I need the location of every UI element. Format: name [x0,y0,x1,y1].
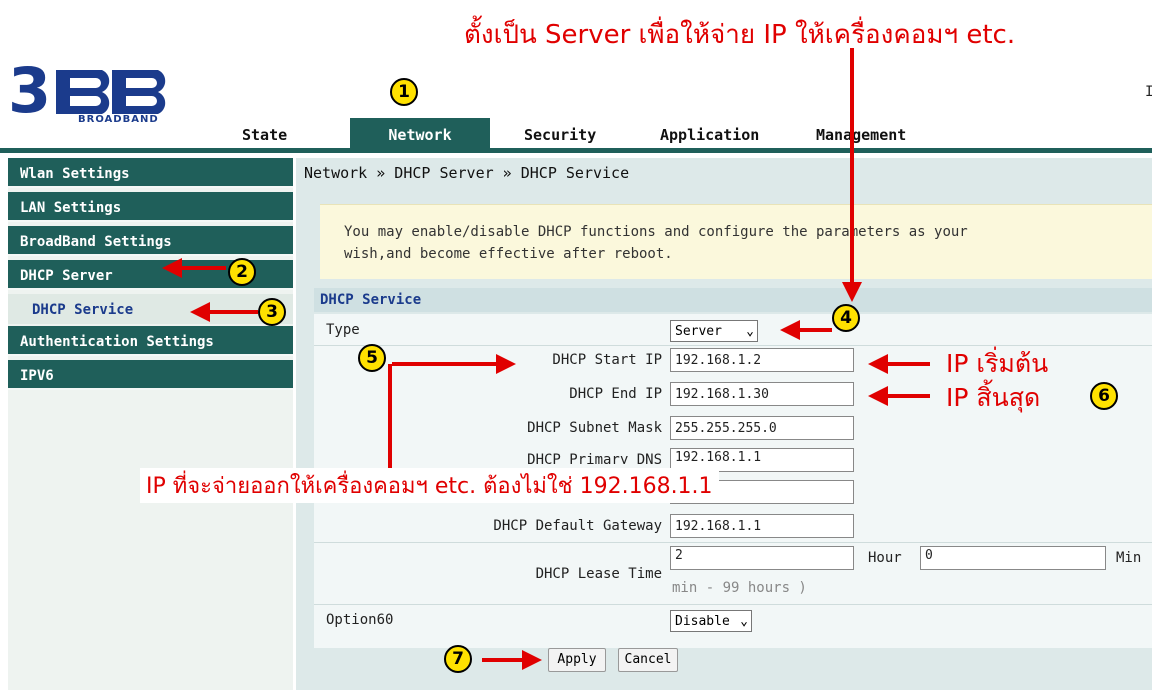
sidebar: Wlan Settings LAN Settings BroadBand Set… [8,158,293,690]
option60-select[interactable]: Disable ⌄ [670,610,752,632]
main-panel: Network » DHCP Server » DHCP Service You… [296,158,1152,690]
section-title: DHCP Service [314,288,1152,312]
subnet-mask-label: DHCP Subnet Mask [527,420,662,436]
apply-button[interactable]: Apply [548,648,606,672]
type-select[interactable]: Server ⌄ [670,320,758,342]
step-badge-1: 1 [390,78,418,106]
lease-hours-field[interactable]: 2 [670,546,854,570]
default-gateway-field[interactable]: 192.168.1.1 [670,514,854,538]
end-ip-label: DHCP End IP [569,386,662,402]
subnet-mask-field[interactable]: 255.255.255.0 [670,416,854,440]
primary-dns-label: DHCP Primary DNS [527,452,662,464]
chevron-down-icon: ⌄ [740,614,748,629]
end-ip-caption: IP สิ้นสุด [946,383,1041,412]
top-navigation: State Network Security Application Manag… [220,118,1152,148]
notice-line-2: wish,and become effective after reboot. [344,246,673,262]
option60-select-value: Disable [675,614,730,629]
row-divider [314,604,1152,605]
top-caption: ตั้งเป็น Server เพื่อให้จ่าย IP ให้เครื่… [464,20,1016,50]
info-notice: You may enable/disable DHCP functions an… [320,204,1152,279]
sidebar-item-wlan-settings[interactable]: Wlan Settings [8,158,293,188]
type-select-value: Server [675,324,722,339]
sidebar-item-broadband-settings[interactable]: BroadBand Settings [8,226,293,256]
cancel-button[interactable]: Cancel [618,648,678,672]
tab-network[interactable]: Network [350,118,490,148]
end-ip-field[interactable]: 192.168.1.30 [670,382,854,406]
lease-time-label: DHCP Lease Time [535,566,662,582]
sidebar-item-authentication-settings[interactable]: Authentication Settings [8,326,293,356]
lease-time-hint: min - 99 hours ) [672,580,807,596]
notice-line-1: You may enable/disable DHCP functions an… [344,224,968,240]
header-edge-text: I [1145,84,1152,100]
lease-minutes-field[interactable]: 0 [920,546,1106,570]
step-badge-3: 3 [258,298,286,326]
default-gateway-label: DHCP Default Gateway [493,518,662,534]
start-ip-field[interactable]: 192.168.1.2 [670,348,854,372]
logo: 3 BROADBAND [8,62,198,132]
step-badge-7: 7 [444,645,472,673]
tab-security[interactable]: Security [524,118,624,148]
svg-text:3: 3 [8,62,51,117]
logo-tagline: BROADBAND [78,114,159,125]
sidebar-item-lan-settings[interactable]: LAN Settings [8,192,293,222]
min-label: Min [1116,550,1142,566]
sidebar-item-ipv6[interactable]: IPV6 [8,360,293,390]
step-badge-2: 2 [228,258,256,286]
tab-application[interactable]: Application [660,118,790,148]
step-badge-4: 4 [832,304,860,332]
tab-state[interactable]: State [242,118,302,148]
row-divider [314,542,1152,543]
step-badge-6: 6 [1090,382,1118,410]
nav-divider [0,148,1152,153]
hour-label: Hour [868,550,902,566]
3bb-logo-mark: 3 [8,62,188,117]
type-label: Type [326,322,360,338]
breadcrumb: Network » DHCP Server » DHCP Service [304,164,630,182]
sidebar-item-dhcp-service[interactable]: DHCP Service [8,294,293,324]
chevron-down-icon: ⌄ [746,324,754,339]
step-badge-5: 5 [358,344,386,372]
option60-label: Option60 [326,612,394,628]
tab-management[interactable]: Management [816,118,936,148]
bottom-caption: IP ที่จะจ่ายออกให้เครื่องคอมฯ etc. ต้องไ… [140,468,719,503]
